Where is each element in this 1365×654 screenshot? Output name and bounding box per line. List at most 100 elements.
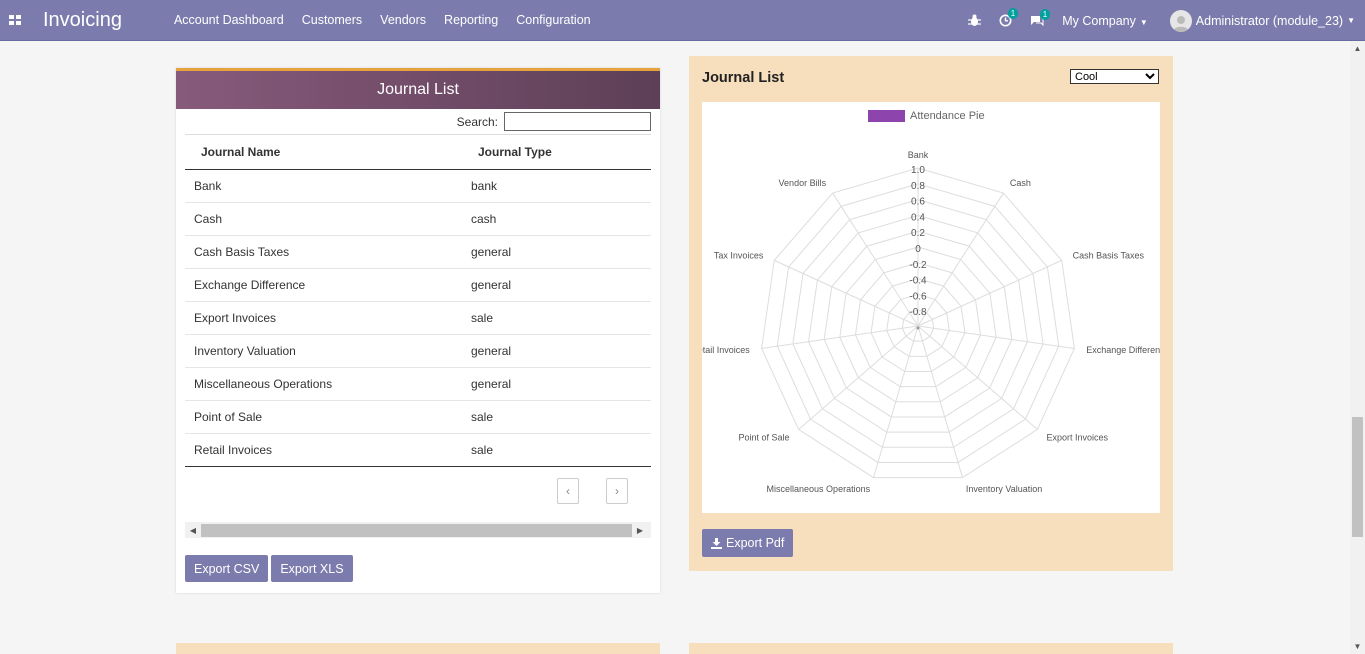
table-row[interactable]: Cash cash (185, 203, 651, 236)
tick-label: -0.2 (909, 260, 927, 271)
user-name: Administrator (module_23) (1195, 13, 1344, 28)
caret-down-icon: ▼ (1139, 17, 1148, 27)
menu-configuration[interactable]: Configuration (516, 13, 590, 27)
export-pdf-label: Export Pdf (726, 536, 785, 550)
card-title: Journal List (702, 70, 785, 86)
navbar-right: 1 1 My Company ▼ Administrator (module_23… (968, 0, 1365, 41)
scroll-down-icon[interactable]: ▼ (1350, 639, 1365, 654)
tick-label: 0.4 (911, 212, 925, 223)
chart-center-point (916, 326, 920, 330)
top-navbar: Invoicing Account Dashboard Customers Ve… (0, 0, 1365, 41)
table-header: Journal Name Journal Type (185, 134, 651, 170)
column-journal-name[interactable]: Journal Name (185, 145, 462, 159)
journal-name-cell: Retail Invoices (194, 443, 273, 457)
table-row[interactable]: Bank bank (185, 170, 651, 203)
grid-spoke (917, 325, 1075, 349)
category-label: Export Invoices (1046, 432, 1108, 442)
journal-name-cell: Cash (194, 212, 223, 226)
grid-spoke (761, 325, 919, 349)
category-label: Inventory Valuation (966, 484, 1042, 494)
export-buttons: Export CSV Export XLS (185, 555, 356, 582)
activity-clock-icon[interactable]: 1 (999, 8, 1019, 27)
export-pdf-button[interactable]: Export Pdf (702, 529, 794, 557)
search-input[interactable] (504, 112, 651, 131)
journal-type-cell: sale (471, 410, 494, 424)
journal-table: Journal Name Journal Type Bank bank Cash ca… (185, 134, 651, 467)
journal-type-cell: sale (471, 443, 494, 457)
category-label: Cash Basis Taxes (1073, 250, 1145, 260)
menu-reporting[interactable]: Reporting (444, 13, 498, 27)
next-card-left (176, 643, 660, 654)
journal-name-cell: Exchange Difference (194, 278, 306, 292)
tick-label: -0.6 (909, 291, 927, 302)
category-label: Point of Sale (738, 432, 789, 442)
journal-type-cell: general (471, 245, 512, 259)
table-body: Bank bank Cash cash Cash Basis Taxes general E… (185, 170, 651, 467)
horizontal-scrollbar[interactable]: ◀ ▶ (185, 522, 651, 538)
tick-label: 0.2 (911, 228, 925, 239)
journal-name-cell: Export Invoices (194, 311, 277, 325)
card-title: Journal List (176, 68, 660, 109)
bug-icon[interactable] (968, 14, 982, 27)
journal-list-table-card: Journal List Search: Journal Name Journa… (176, 68, 660, 593)
table-row[interactable]: Retail Invoices sale (185, 434, 651, 467)
tick-label: 1.0 (911, 165, 925, 176)
messages-icon[interactable]: 1 (1030, 8, 1051, 27)
activity-badge: 1 (1007, 8, 1019, 19)
journal-list-chart-card: Journal List Cool Attendance Pie Bank Cash… (689, 56, 1173, 571)
export-xls-button[interactable]: Export XLS (271, 555, 353, 582)
vertical-scrollbar[interactable]: ▲ ▼ (1350, 41, 1365, 654)
app-title[interactable]: Invoicing (43, 9, 122, 32)
legend-swatch[interactable] (868, 110, 905, 122)
journal-name-cell: Point of Sale (194, 410, 263, 424)
pagination: ‹ › (557, 478, 655, 504)
category-label: Bank (908, 150, 929, 160)
scroll-left-icon[interactable]: ◀ (185, 522, 201, 538)
tick-label: -0.4 (909, 276, 927, 287)
menu-account-dashboard[interactable]: Account Dashboard (174, 13, 284, 27)
tick-label: -0.8 (909, 307, 927, 318)
apps-menu-icon[interactable] (0, 0, 30, 41)
radar-chart: Attendance Pie Bank Cash Cash Basis Taxes Ex… (691, 110, 1170, 494)
tick-label: 0 (915, 244, 921, 255)
scroll-right-icon[interactable]: ▶ (632, 522, 648, 538)
journal-type-cell: cash (471, 212, 497, 226)
journal-name-cell: Inventory Valuation (194, 344, 296, 358)
table-row[interactable]: Exchange Difference general (185, 269, 651, 302)
company-name: My Company (1062, 13, 1136, 28)
legend-label[interactable]: Attendance Pie (910, 110, 985, 122)
table-row[interactable]: Point of Sale sale (185, 401, 651, 434)
category-label: Tax Invoices (714, 250, 764, 260)
company-switcher[interactable]: My Company ▼ (1062, 14, 1148, 28)
scroll-up-icon[interactable]: ▲ (1350, 41, 1365, 56)
category-label: Retail Invoices (702, 345, 750, 355)
scrollbar-thumb[interactable] (1352, 417, 1363, 537)
prev-page-button[interactable]: ‹ (557, 478, 579, 504)
journal-type-cell: bank (471, 179, 498, 193)
category-label: Miscellaneous Operations (767, 484, 871, 494)
search-label: Search: (456, 114, 498, 129)
export-csv-button[interactable]: Export CSV (185, 555, 269, 582)
tick-label: 0.6 (911, 197, 925, 208)
scrollbar-thumb[interactable] (201, 523, 632, 537)
next-card-right (689, 643, 1173, 654)
journal-name-cell: Cash Basis Taxes (194, 245, 290, 259)
column-journal-type[interactable]: Journal Type (462, 145, 552, 159)
table-row[interactable]: Cash Basis Taxes general (185, 236, 651, 269)
radar-chart-container: Attendance Pie Bank Cash Cash Basis Taxes Ex… (691, 102, 1170, 513)
user-menu[interactable]: Administrator (module_23) ▼ (1169, 9, 1355, 32)
messages-badge: 1 (1039, 8, 1051, 20)
category-label: Cash (1010, 178, 1031, 188)
table-row[interactable]: Inventory Valuation general (185, 335, 651, 368)
journal-name-cell: Bank (194, 179, 222, 193)
menu-vendors[interactable]: Vendors (380, 13, 426, 27)
menu-customers[interactable]: Customers (302, 13, 362, 27)
tick-label: 0.8 (911, 181, 925, 192)
journal-type-cell: general (471, 344, 512, 358)
table-row[interactable]: Miscellaneous Operations general (185, 368, 651, 401)
main-menu: Account Dashboard Customers Vendors Repo… (174, 13, 609, 27)
table-row[interactable]: Export Invoices sale (185, 302, 651, 335)
chart-theme-select[interactable]: Cool (1070, 69, 1159, 84)
journal-type-cell: sale (471, 311, 494, 325)
next-page-button[interactable]: › (606, 478, 628, 504)
